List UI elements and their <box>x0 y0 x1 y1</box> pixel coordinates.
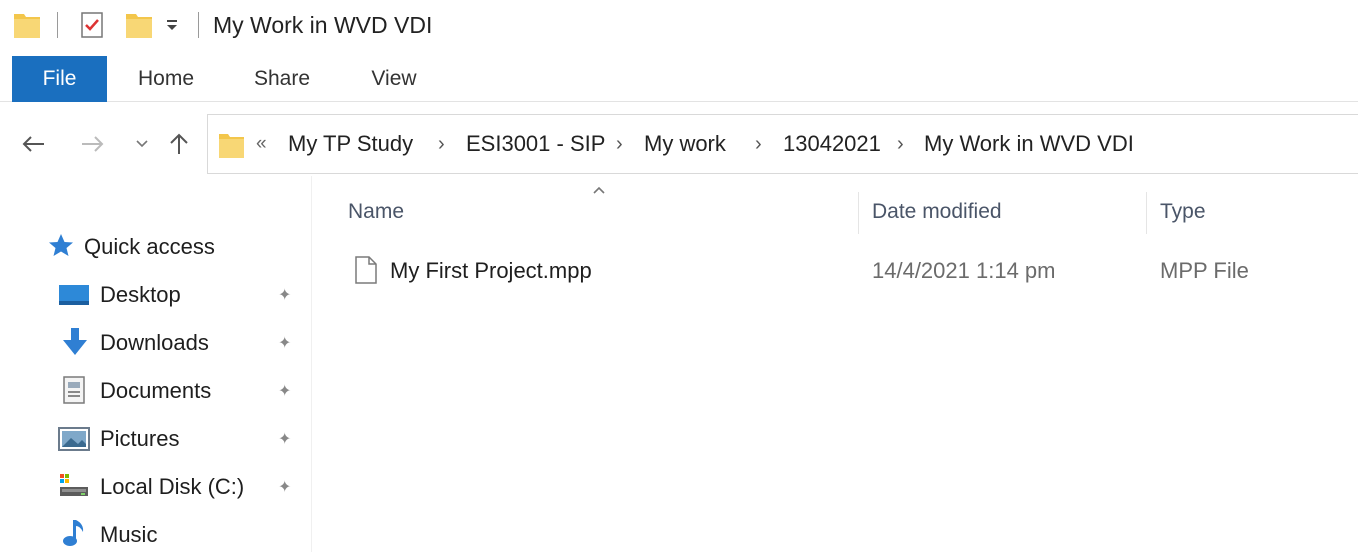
breadcrumb-separator[interactable]: › <box>616 133 623 156</box>
pin-icon[interactable]: ✦ <box>278 381 291 401</box>
breadcrumb-separator[interactable]: › <box>897 133 904 156</box>
customize-toolbar-icon[interactable] <box>165 18 179 37</box>
desktop-icon <box>58 284 90 311</box>
column-divider[interactable] <box>858 192 859 234</box>
recent-locations-button[interactable] <box>130 128 154 160</box>
breadcrumb-overflow[interactable]: « <box>256 133 267 155</box>
pin-icon[interactable]: ✦ <box>278 477 291 497</box>
tab-view[interactable]: View <box>360 56 428 102</box>
title-bar: My Work in WVD VDI <box>0 0 1358 52</box>
folder-icon <box>218 130 246 165</box>
navigation-pane: Quick access Desktop ✦ Downloads ✦ Docum… <box>0 176 312 552</box>
pictures-icon <box>58 427 90 456</box>
pin-icon[interactable]: ✦ <box>278 285 291 305</box>
column-header-name[interactable]: Name <box>348 200 404 224</box>
sidebar-item-label: Downloads <box>100 330 209 355</box>
sidebar-item-label: Documents <box>100 378 212 403</box>
separator <box>57 12 58 38</box>
star-icon <box>48 233 74 262</box>
new-folder-icon[interactable] <box>124 10 154 45</box>
file-type: MPP File <box>1160 258 1249 283</box>
breadcrumb-current[interactable]: My Work in WVD VDI <box>924 131 1134 157</box>
sort-ascending-icon <box>592 182 606 200</box>
pin-icon[interactable]: ✦ <box>278 429 291 449</box>
sidebar-item-label: Local Disk (C:) <box>100 474 245 499</box>
file-icon <box>354 256 378 290</box>
breadcrumb-separator[interactable]: › <box>438 133 445 156</box>
quick-access-label: Quick access <box>84 234 215 259</box>
tab-share[interactable]: Share <box>244 56 320 102</box>
address-bar[interactable]: « My TP Study › ESI3001 - SIP › My work … <box>207 114 1358 174</box>
breadcrumb-separator[interactable]: › <box>755 133 762 156</box>
up-arrow-icon <box>170 133 188 154</box>
properties-icon[interactable] <box>79 10 107 45</box>
column-header-type[interactable]: Type <box>1160 200 1206 224</box>
tab-home[interactable]: Home <box>128 56 204 102</box>
sidebar-item-local-disk[interactable]: Local Disk (C:) ✦ <box>0 464 312 508</box>
file-date-modified: 14/4/2021 1:14 pm <box>872 258 1056 283</box>
sidebar-item-music[interactable]: Music <box>0 512 312 552</box>
breadcrumb-my-work[interactable]: My work <box>644 131 726 157</box>
documents-icon <box>62 376 86 409</box>
local-disk-icon <box>58 472 90 505</box>
folder-icon <box>12 10 42 45</box>
window-title: My Work in WVD VDI <box>213 12 433 38</box>
column-divider[interactable] <box>1146 192 1147 234</box>
column-header-date-modified[interactable]: Date modified <box>872 200 1002 224</box>
back-arrow-icon <box>22 136 44 152</box>
breadcrumb-my-tp-study[interactable]: My TP Study <box>288 131 413 157</box>
breadcrumb-esi3001-sip[interactable]: ESI3001 - SIP <box>466 131 605 157</box>
music-note-icon <box>62 518 86 552</box>
separator <box>198 12 199 38</box>
forward-button[interactable] <box>76 128 110 160</box>
chevron-down-icon <box>136 140 148 148</box>
up-button[interactable] <box>164 128 194 160</box>
quick-access[interactable]: Quick access <box>0 224 312 268</box>
file-name: My First Project.mpp <box>390 258 592 283</box>
file-list: Name Date modified Type My First Project… <box>312 176 1358 552</box>
pin-icon[interactable]: ✦ <box>278 333 291 353</box>
breadcrumb-13042021[interactable]: 13042021 <box>783 131 881 157</box>
sidebar-item-desktop[interactable]: Desktop ✦ <box>0 272 312 316</box>
ribbon-tabs: File Home Share View <box>0 56 1358 102</box>
table-row[interactable]: My First Project.mpp 14/4/2021 1:14 pm M… <box>342 248 1358 292</box>
download-arrow-icon <box>60 327 90 362</box>
navigation-bar: « My TP Study › ESI3001 - SIP › My work … <box>0 112 1358 176</box>
sidebar-item-documents[interactable]: Documents ✦ <box>0 368 312 412</box>
sidebar-item-pictures[interactable]: Pictures ✦ <box>0 416 312 460</box>
forward-arrow-icon <box>82 136 104 152</box>
back-button[interactable] <box>16 128 50 160</box>
sidebar-item-label: Desktop <box>100 282 181 307</box>
sidebar-item-label: Pictures <box>100 426 180 451</box>
sidebar-item-label: Music <box>100 522 158 547</box>
tab-file[interactable]: File <box>12 56 107 102</box>
sidebar-item-downloads[interactable]: Downloads ✦ <box>0 320 312 364</box>
